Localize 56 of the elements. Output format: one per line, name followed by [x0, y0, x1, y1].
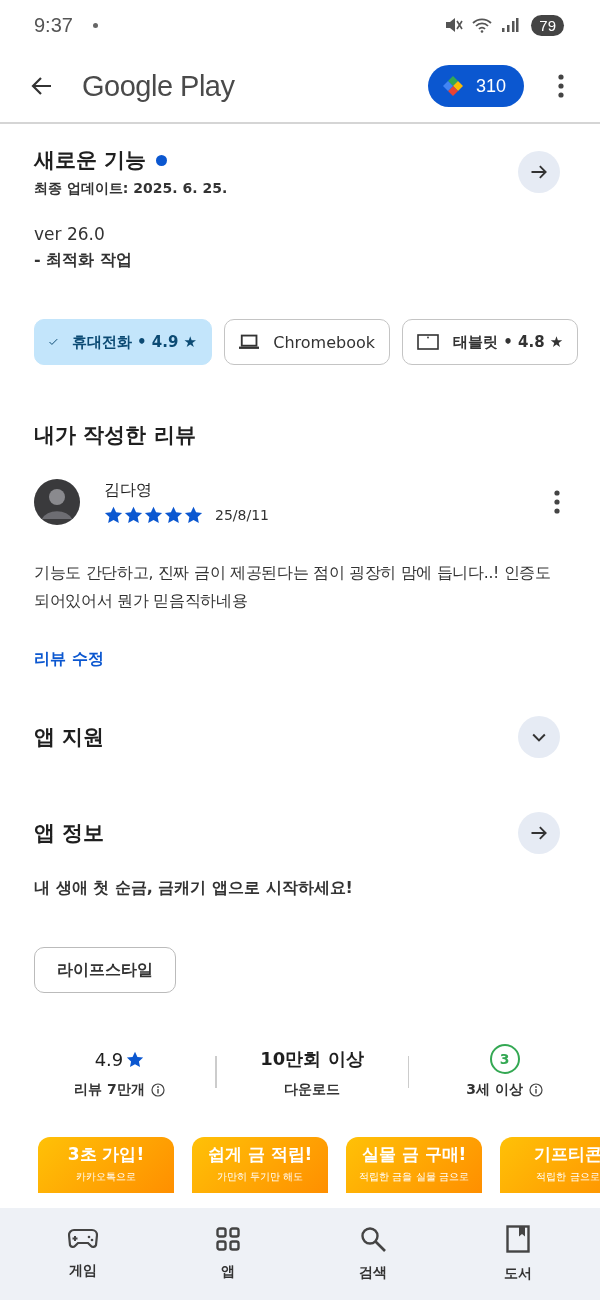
- more-icon[interactable]: [554, 490, 560, 514]
- star-icon: [126, 1050, 145, 1068]
- info-icon[interactable]: [528, 1083, 543, 1097]
- review-text: 기능도 간단하고, 진짜 금이 제공된다는 점이 굉장히 맘에 듭니다..! 인증도 되어있어서 뭔가 믿음직하네용: [34, 563, 552, 612]
- nav-tab[interactable]: 게임: [10, 1208, 155, 1300]
- category-chip[interactable]: 라이프스타일: [34, 947, 176, 993]
- age-rating-badge: 3: [489, 1044, 520, 1074]
- arrow-button[interactable]: [518, 812, 560, 854]
- search-icon: [359, 1226, 386, 1252]
- more-icon[interactable]: [558, 74, 564, 98]
- stat-label: 3세 이상: [466, 1081, 523, 1099]
- book-icon: [505, 1225, 530, 1253]
- section-title: 앱 지원: [34, 724, 105, 751]
- edit-review-link[interactable]: 리뷰 수정: [34, 649, 104, 670]
- stat-label: 리뷰 7만개: [74, 1081, 145, 1099]
- nav-tab[interactable]: 검색: [300, 1208, 445, 1300]
- device-chip[interactable]: 태블릿 • 4.8 ★: [402, 319, 579, 365]
- app-description: 내 생애 첫 순금, 금캐기 앱으로 시작하세요!: [34, 878, 354, 899]
- apps-icon: [215, 1227, 240, 1251]
- points-button[interactable]: 310: [427, 65, 524, 107]
- downloads-value: 10만회 이상: [260, 1047, 364, 1071]
- section-title: 새로운 기능: [34, 147, 147, 174]
- reviewer-name: 김다영: [104, 480, 153, 501]
- stat-label: 다운로드: [284, 1081, 340, 1099]
- battery-level: 79: [531, 14, 564, 36]
- screenshot-title: 실물 금 구매!: [361, 1143, 467, 1166]
- device-chip[interactable]: Chromebook: [224, 319, 390, 365]
- notification-dot-icon: [92, 22, 98, 28]
- laptop-icon: [239, 334, 260, 350]
- avatar: [34, 479, 80, 525]
- arrow-button[interactable]: [518, 151, 560, 193]
- screenshot-title: 쉽게 금 적립!: [207, 1143, 313, 1166]
- app-title: Google Play: [82, 69, 235, 103]
- section-title: 앱 정보: [34, 820, 105, 847]
- status-time: 9:37: [34, 13, 73, 37]
- wifi-icon: [471, 17, 494, 33]
- mute-icon: [445, 17, 464, 33]
- diamond-icon: [441, 75, 464, 97]
- section-title: 내가 작성한 리뷰: [34, 422, 197, 449]
- screenshot-title: 3초 가입!: [67, 1143, 145, 1166]
- release-notes: - 최적화 작업: [34, 250, 133, 271]
- rating-value: 4.9: [94, 1048, 124, 1070]
- nav-tab[interactable]: 앱: [155, 1208, 300, 1300]
- screenshot-caption: 적립한 금으로: [536, 1170, 600, 1184]
- screenshot-caption: 카카오톡으로: [76, 1170, 136, 1184]
- signal-icon: [501, 17, 520, 33]
- info-icon[interactable]: [150, 1083, 165, 1097]
- version-text: ver 26.0: [34, 224, 106, 244]
- screenshot-caption: 적립한 금을 실물 금으로: [359, 1170, 469, 1184]
- review-date: 25/8/11: [215, 507, 269, 523]
- nav-tab[interactable]: 도서: [445, 1208, 590, 1300]
- gamepad-icon: [67, 1228, 98, 1250]
- screenshot-caption: 가만히 두기만 해도: [216, 1170, 304, 1184]
- device-chip[interactable]: 휴대전화 • 4.9 ★: [34, 319, 212, 365]
- tablet-icon: [417, 334, 439, 350]
- update-date: 최종 업데이트: 2025. 6. 25.: [34, 180, 228, 198]
